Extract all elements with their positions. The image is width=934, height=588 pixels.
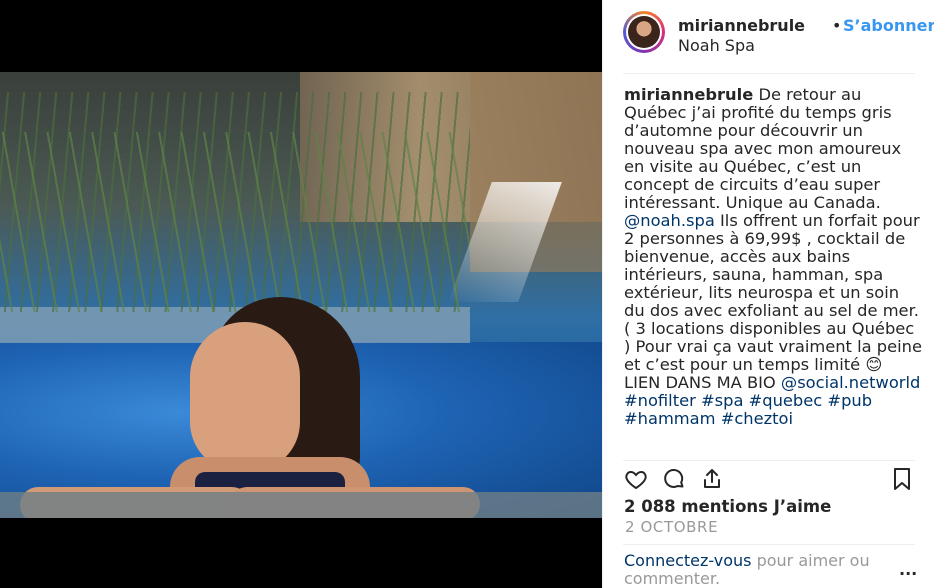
action-bar xyxy=(623,460,915,493)
hashtag-quebec[interactable]: #quebec xyxy=(749,391,823,410)
avatar[interactable] xyxy=(623,11,665,53)
avatar-ring-gap xyxy=(626,14,662,50)
instagram-post-modal: mirianne​brule • S’abonner Noah Spa miri… xyxy=(0,0,934,588)
heart-icon[interactable] xyxy=(623,466,649,492)
bookmark-icon[interactable] xyxy=(889,466,915,492)
hashtag-pub[interactable]: #pub xyxy=(827,391,872,410)
mention-noah-spa[interactable]: @noah.spa xyxy=(624,211,715,230)
username-link[interactable]: mirianne​brule xyxy=(678,16,805,35)
photo-ledge xyxy=(0,492,602,518)
person-face xyxy=(190,322,300,472)
share-icon[interactable] xyxy=(699,466,725,492)
post-sidebar: mirianne​brule • S’abonner Noah Spa miri… xyxy=(602,0,934,588)
footer-divider xyxy=(623,544,915,545)
caption-text-1: De retour au Québec j’ai profité du temp… xyxy=(624,86,902,212)
hashtag-spa[interactable]: #spa xyxy=(701,391,743,410)
hashtag-nofilter[interactable]: #nofilter xyxy=(624,391,696,410)
separator-dot: • xyxy=(832,16,842,35)
follow-button[interactable]: S’abonner xyxy=(843,16,934,35)
more-options-icon[interactable]: ... xyxy=(899,560,917,579)
post-photo[interactable] xyxy=(0,72,602,518)
post-header: mirianne​brule • S’abonner Noah Spa xyxy=(623,10,934,66)
post-date: 2 OCTOBRE xyxy=(625,518,719,536)
hashtag-hammam[interactable]: #hammam xyxy=(624,409,716,428)
like-count[interactable]: 2 088 mentions J’aime xyxy=(624,497,831,516)
caption-text-2: Ils offrent un forfait pour 2 personnes … xyxy=(624,211,922,392)
comment-icon[interactable] xyxy=(661,466,687,492)
avatar-photo xyxy=(628,16,660,48)
login-link[interactable]: Connectez-vous xyxy=(624,551,751,570)
caption-username[interactable]: mirianne​brule xyxy=(624,86,753,104)
login-prompt: Connectez-vous pour aimer ou commenter. xyxy=(624,552,884,588)
photo-person xyxy=(20,297,480,518)
post-media xyxy=(0,0,602,588)
post-caption: mirianne​brule De retour au Québec j’ai … xyxy=(624,86,922,454)
mention-social-networld[interactable]: @social.networld xyxy=(781,373,920,392)
header-divider xyxy=(623,73,915,74)
hashtag-cheztoi[interactable]: #cheztoi xyxy=(721,409,793,428)
location-link[interactable]: Noah Spa xyxy=(678,36,755,55)
photo-grass-2 xyxy=(0,132,470,312)
